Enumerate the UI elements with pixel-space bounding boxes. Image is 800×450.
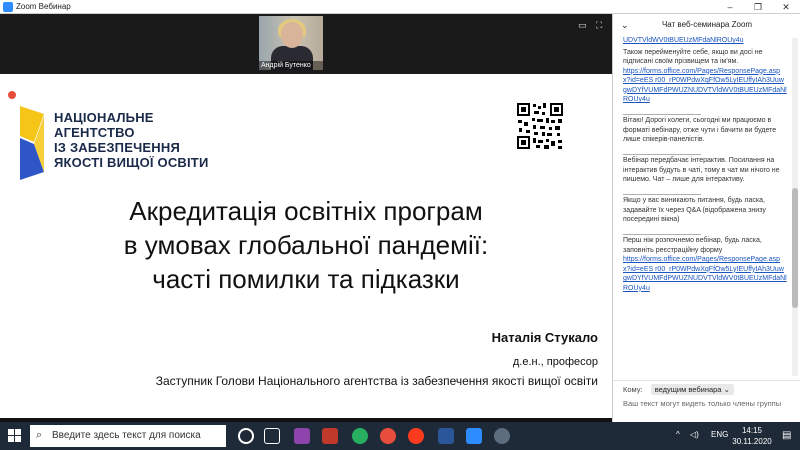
chat-message: ____________________ Перш ніж розпочнемо …: [623, 227, 787, 294]
chat-message-link[interactable]: https://forms.office.com/Pages/ResponseP…: [623, 68, 787, 104]
chat-scrollbar[interactable]: [792, 38, 798, 376]
chat-header: ⌄ Чат веб-семинара Zoom: [613, 14, 800, 36]
agency-logo-text: НАЦІОНАЛЬНЕ АГЕНТСТВО ІЗ ЗАБЕЗПЕЧЕННЯ ЯК…: [54, 110, 209, 170]
opera-icon[interactable]: [380, 428, 396, 444]
chat-message-link[interactable]: UDVTVldWV0tBUEUzMFdaNlROUy4u: [623, 37, 744, 44]
chat-input[interactable]: Ваш текст могут видеть только члены груп…: [623, 399, 781, 408]
chat-message-text: Також перейменуйте себе, якщо ви досі не…: [623, 48, 763, 66]
speaker-degree: д.е.н., професор: [512, 356, 598, 368]
taskbar-search[interactable]: ⌕ Введите здесь текст для поиска: [30, 425, 226, 447]
chat-message: ____________________ Якщо у вас виникають…: [623, 187, 787, 225]
recipient-label: Кому:: [623, 385, 643, 394]
maximize-icon[interactable]: ❐: [744, 0, 772, 14]
chat-message-link[interactable]: https://forms.office.com/Pages/ResponseP…: [623, 256, 787, 292]
video-strip: Андрій Бутенко ▭ ⛶: [0, 14, 612, 74]
fullscreen-icon[interactable]: ⛶: [596, 20, 602, 31]
notifications-icon[interactable]: ▤: [782, 430, 791, 441]
windows-taskbar: ⌕ Введите здесь текст для поиска ^ ◁) EN…: [0, 422, 800, 450]
app-red-icon[interactable]: [322, 428, 338, 444]
participant-video[interactable]: Андрій Бутенко: [259, 16, 323, 70]
zoom-logo-icon: [3, 2, 13, 12]
slide-title: Акредитація освітніх програм в умовах гл…: [123, 196, 489, 294]
zoom-taskbar-icon[interactable]: [466, 428, 482, 444]
dock-video-icon[interactable]: ▭: [578, 20, 587, 31]
chat-scrollbar-thumb[interactable]: [792, 188, 798, 308]
recipient-select[interactable]: ведущим вебинара ⌄: [650, 384, 734, 395]
chat-message-text: Якщо у вас виникають питання, будь ласка…: [623, 197, 766, 223]
viber-icon[interactable]: [294, 428, 310, 444]
chat-separator: ____________________: [623, 227, 701, 235]
window-title: Zoom Вебинар: [16, 2, 71, 11]
recording-icon: [8, 91, 16, 99]
chat-separator: ____________________: [623, 187, 701, 195]
tray-chevron-icon[interactable]: ^: [676, 430, 680, 439]
shared-slide: НАЦІОНАЛЬНЕ АГЕНТСТВО ІЗ ЗАБЕЗПЕЧЕННЯ ЯК…: [0, 74, 612, 418]
chat-message: ____________________ Вітаю! Дорогі колеги…: [623, 107, 787, 145]
cortana-icon[interactable]: [238, 428, 254, 444]
language-indicator[interactable]: ENG: [711, 430, 728, 439]
task-view-icon[interactable]: [264, 428, 280, 444]
qr-code-icon: [516, 102, 564, 150]
chrome-icon[interactable]: [352, 428, 368, 444]
chat-message: Також перейменуйте себе, якщо ви досі не…: [623, 48, 787, 105]
title-bar: Zoom Вебинар – ❐ ✕: [0, 0, 800, 14]
chat-title: Чат веб-семинара Zoom: [661, 20, 753, 29]
agency-logo-icon: [20, 106, 44, 180]
chat-panel: ⌄ Чат веб-семинара Zoom UDVTVldWV0tBUEUz…: [612, 14, 800, 422]
chat-message: UDVTVldWV0tBUEUzMFdaNlROUy4u: [623, 36, 787, 46]
chat-messages[interactable]: UDVTVldWV0tBUEUzMFdaNlROUy4u Також перейм…: [613, 36, 791, 380]
video-area: Андрій Бутенко ▭ ⛶ НАЦІОНАЛЬНЕ АГЕНТСТВО…: [0, 14, 612, 438]
minimize-icon[interactable]: –: [716, 0, 744, 14]
search-icon: ⌕: [36, 429, 43, 441]
chat-separator: ____________________: [623, 147, 701, 155]
chat-message: ____________________ Вебінар передбачає і…: [623, 147, 787, 185]
chat-message-text: Вебінар передбачає інтерактив. Посилання…: [623, 157, 780, 183]
windows-start-icon[interactable]: [8, 429, 22, 443]
browser-icon[interactable]: [408, 428, 424, 444]
chevron-down-icon[interactable]: ⌄: [621, 14, 629, 36]
taskbar-clock[interactable]: 14:15 30.11.2020: [730, 425, 774, 447]
recipient-row: Кому: ведущим вебинара ⌄: [623, 384, 734, 395]
word-icon[interactable]: [438, 428, 454, 444]
app-taskbar-icon[interactable]: [494, 428, 510, 444]
volume-icon[interactable]: ◁): [690, 430, 699, 439]
chat-separator: ____________________: [623, 107, 701, 115]
close-icon[interactable]: ✕: [772, 0, 800, 14]
participant-name: Андрій Бутенко: [259, 61, 323, 70]
speaker-position: Заступник Голови Національного агентства…: [155, 374, 598, 388]
chat-message-text: Перш ніж розпочнемо вебінар, будь ласка,…: [623, 237, 762, 254]
chat-footer: Кому: ведущим вебинара ⌄ Ваш текст могут…: [613, 380, 800, 422]
taskbar-search-placeholder: Введите здесь текст для поиска: [52, 430, 201, 441]
speaker-name: Наталія Стукало: [491, 330, 598, 345]
zoom-webinar-window: Zoom Вебинар – ❐ ✕ Андрій Бутенко ▭ ⛶ НА…: [0, 0, 800, 450]
chat-message-text: Вітаю! Дорогі колеги, сьогодні ми працює…: [623, 117, 777, 143]
